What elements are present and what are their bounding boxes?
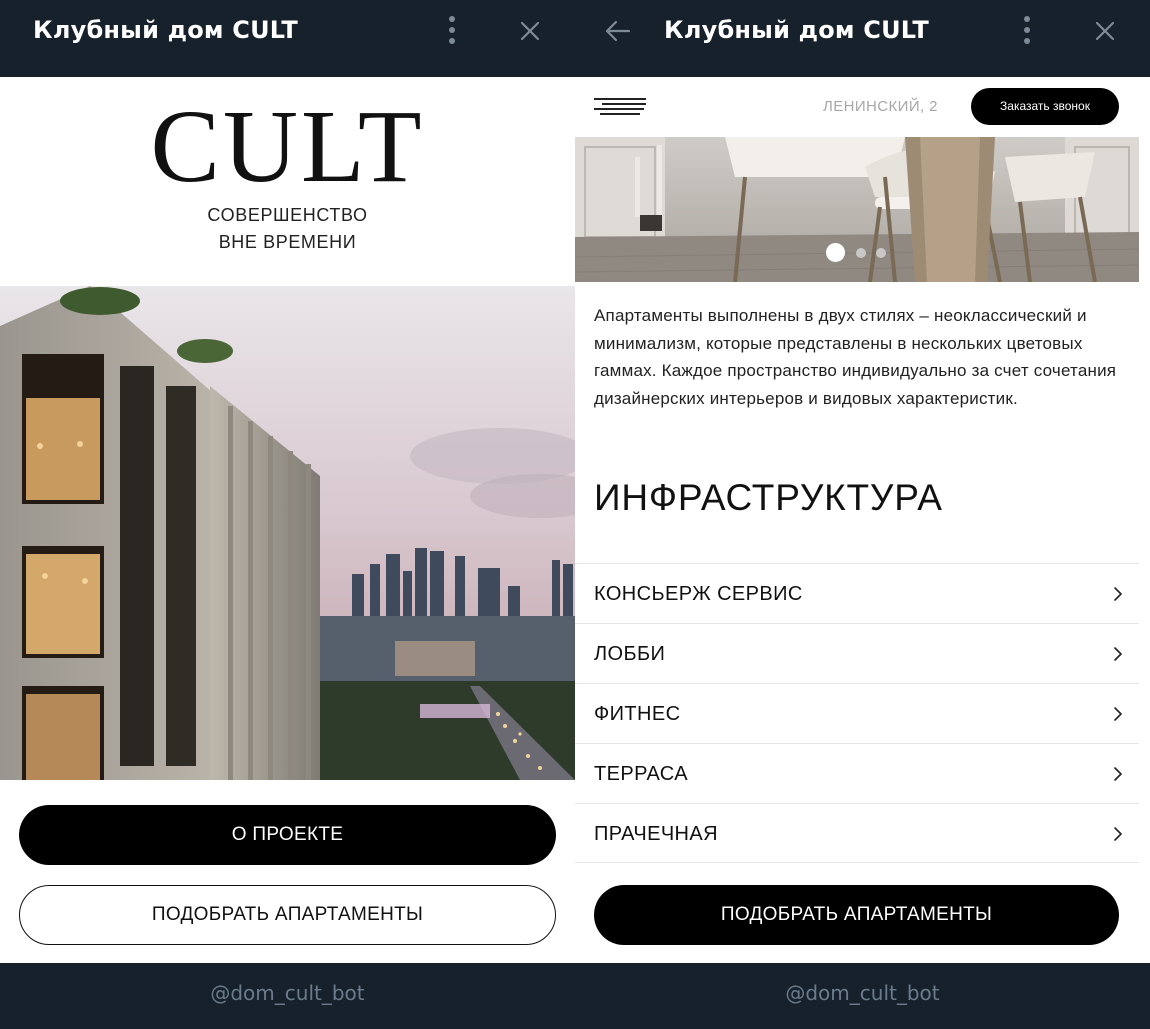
more-vertical-icon[interactable]: [1021, 16, 1033, 44]
svg-text:CULT: CULT: [151, 91, 425, 191]
infrastructure-list: КОНСЬЕРЖ СЕРВИС ЛОББИ ФИТНЕС ТЕРРАСА ПРА…: [575, 563, 1139, 863]
more-vertical-icon[interactable]: [446, 16, 458, 44]
slide-dot-1[interactable]: [826, 243, 845, 262]
bot-username: @dom_cult_bot: [785, 981, 940, 1005]
window-title: Клубный дом CULT: [664, 16, 929, 44]
list-item-lobby[interactable]: ЛОББИ: [575, 623, 1139, 683]
chevron-right-icon: [1114, 707, 1122, 721]
choose-apartments-button[interactable]: ПОДОБРАТЬ АПАРТАМЕНТЫ: [19, 885, 556, 945]
chevron-right-icon: [1114, 827, 1122, 841]
slide-dot-2[interactable]: [856, 248, 866, 258]
list-item-label: ФИТНЕС: [594, 703, 681, 725]
address-label: ЛЕНИНСКИЙ, 2: [823, 98, 938, 115]
webview: ЛЕНИНСКИЙ, 2 Заказать звонок Апартаменты…: [575, 77, 1139, 963]
list-item-label: ТЕРРАСА: [594, 763, 688, 785]
list-item-label: ПРАЧЕЧНАЯ: [594, 823, 718, 845]
list-item-label: ЛОББИ: [594, 643, 666, 665]
telegram-footer: @dom_cult_bot: [575, 963, 1150, 1029]
apartments-description: Апартаменты выполнены в двух стилях – не…: [594, 306, 1117, 408]
list-item-label: КОНСЬЕРЖ СЕРВИС: [594, 583, 803, 605]
request-call-button[interactable]: Заказать звонок: [971, 88, 1119, 125]
chevron-right-icon: [1114, 587, 1122, 601]
list-item-laundry[interactable]: ПРАЧЕЧНАЯ: [575, 803, 1139, 863]
tagline-line-2: ВНЕ ВРЕМЕНИ: [218, 232, 357, 252]
scrollbar-track: [1139, 77, 1150, 963]
chevron-right-icon: [1114, 647, 1122, 661]
arrow-left-icon[interactable]: [603, 18, 633, 44]
right-pane: Клубный дом CULT ЛЕНИНСКИЙ, 2 Заказать з…: [575, 0, 1150, 1029]
slider-dots: [826, 243, 896, 263]
slide-dot-3[interactable]: [876, 248, 886, 258]
tagline-line-1: СОВЕРШЕНСТВО: [207, 205, 368, 225]
chevron-right-icon: [1114, 767, 1122, 781]
list-item-concierge[interactable]: КОНСЬЕРЖ СЕРВИС: [575, 563, 1139, 623]
cult-logo: CULT: [151, 91, 425, 191]
section-title: ИНФРАСТРУКТУРА: [594, 477, 943, 518]
about-project-button[interactable]: О ПРОЕКТЕ: [19, 805, 556, 865]
webview: CULT СОВЕРШЕНСТВО ВНЕ ВРЕМЕНИ О ПРОЕКТЕ …: [0, 77, 575, 963]
close-icon[interactable]: [517, 18, 543, 44]
hero-image: [0, 286, 575, 780]
telegram-header: Клубный дом CULT: [0, 0, 575, 77]
hamburger-icon[interactable]: [594, 96, 646, 116]
left-pane: Клубный дом CULT CULT СОВЕРШЕНСТВО ВНЕ В…: [0, 0, 575, 1029]
choose-apartments-button[interactable]: ПОДОБРАТЬ АПАРТАМЕНТЫ: [594, 885, 1119, 945]
bot-username: @dom_cult_bot: [210, 981, 365, 1005]
telegram-footer: @dom_cult_bot: [0, 963, 575, 1029]
close-icon[interactable]: [1092, 18, 1118, 44]
window-title: Клубный дом CULT: [33, 16, 298, 44]
telegram-header: Клубный дом CULT: [575, 0, 1150, 77]
list-item-terrace[interactable]: ТЕРРАСА: [575, 743, 1139, 803]
list-item-fitness[interactable]: ФИТНЕС: [575, 683, 1139, 743]
